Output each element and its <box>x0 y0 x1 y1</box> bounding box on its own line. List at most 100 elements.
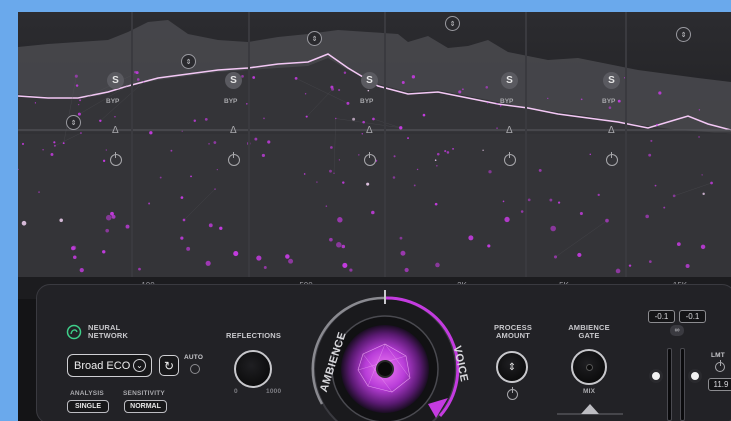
particle <box>213 141 217 144</box>
particle <box>59 218 63 223</box>
band-delta-button[interactable]: Δ <box>506 125 513 136</box>
output-fader-right[interactable] <box>688 369 702 383</box>
particle <box>349 268 353 272</box>
link-icon[interactable]: ∞ <box>670 325 684 336</box>
particle <box>435 262 440 268</box>
particle <box>579 212 583 216</box>
particle <box>333 172 335 174</box>
process-amount-label: PROCESS AMOUNT <box>491 324 535 340</box>
band-divider[interactable] <box>384 12 386 277</box>
up-down-icon: ⇕ <box>507 361 517 373</box>
band-divider[interactable] <box>248 12 250 277</box>
gate-shape-icon[interactable] <box>557 402 623 421</box>
band-power-icon[interactable] <box>606 152 618 166</box>
particle <box>71 246 76 251</box>
band-bypass-button[interactable]: BYP <box>224 98 237 105</box>
band-gain-handle[interactable]: ⇕ <box>181 54 196 69</box>
particle <box>267 140 271 144</box>
output-right-value[interactable]: -0.1 <box>679 310 706 323</box>
band-solo-button[interactable]: S <box>225 72 242 89</box>
reflections-min-label: 0 <box>234 388 238 395</box>
band-power-icon[interactable] <box>110 152 122 166</box>
particle <box>216 169 218 171</box>
particle <box>294 76 298 80</box>
particle <box>372 117 375 121</box>
band-delta-button[interactable]: Δ <box>366 125 373 136</box>
band-bypass-button[interactable]: BYP <box>360 98 373 105</box>
particle <box>700 244 706 250</box>
band-gain-handle[interactable]: ⇕ <box>445 16 460 31</box>
band-power-icon[interactable] <box>228 152 240 166</box>
band-gain-handle[interactable]: ⇕ <box>676 27 691 42</box>
particle <box>261 153 266 158</box>
particle <box>527 198 531 202</box>
band-delta-button[interactable]: Δ <box>112 125 119 136</box>
particle <box>399 236 403 240</box>
ambience-gate-knob[interactable] <box>571 349 607 385</box>
model-select-dropdown[interactable]: Broad ECO ⌄ <box>67 354 152 377</box>
band-power-icon[interactable] <box>504 152 516 166</box>
band-delta-button[interactable]: Δ <box>608 125 615 136</box>
band-divider[interactable] <box>131 12 133 277</box>
particle <box>401 81 405 85</box>
particle <box>148 202 151 205</box>
band-gain-handle[interactable]: ⇕ <box>66 115 81 130</box>
band-bypass-button[interactable]: BYP <box>602 98 615 105</box>
limiter-value[interactable]: 11.9 <box>708 378 731 391</box>
particle <box>358 154 360 156</box>
band-delta-button[interactable]: Δ <box>230 125 237 136</box>
particle <box>710 181 713 185</box>
band-bypass-button[interactable]: BYP <box>106 98 119 105</box>
process-amount-knob[interactable]: ⇕ <box>496 351 528 383</box>
limiter-label: LMT <box>711 352 725 359</box>
reflections-knob[interactable] <box>234 350 272 388</box>
particle <box>366 182 370 186</box>
particle <box>338 159 340 161</box>
particle <box>263 117 265 120</box>
output-fader-left[interactable] <box>649 369 663 383</box>
auto-toggle[interactable] <box>190 364 200 374</box>
band-divider[interactable] <box>625 12 627 277</box>
particle <box>149 131 153 135</box>
band-bypass-button[interactable]: BYP <box>500 98 513 105</box>
band-power-icon[interactable] <box>364 152 376 166</box>
particle <box>21 220 27 226</box>
band-solo-button[interactable]: S <box>361 72 378 89</box>
particle <box>436 165 438 167</box>
particle <box>233 250 239 257</box>
particle <box>325 205 328 207</box>
particle <box>42 149 44 151</box>
particle <box>135 71 139 75</box>
sensitivity-button[interactable]: NORMAL <box>124 400 167 413</box>
particle <box>685 263 690 268</box>
particle <box>547 97 549 99</box>
reset-button[interactable]: ↻ <box>159 355 179 376</box>
neural-network-icon[interactable] <box>66 324 82 340</box>
ambience-gate-label: AMBIENCE GATE <box>566 324 612 340</box>
output-left-value[interactable]: -0.1 <box>648 310 675 323</box>
particle <box>142 81 145 83</box>
analysis-button[interactable]: SINGLE <box>67 400 109 413</box>
limiter-power-icon[interactable] <box>715 360 725 372</box>
process-power-icon[interactable] <box>507 387 518 400</box>
particle <box>77 103 80 106</box>
band-solo-button[interactable]: S <box>501 72 518 89</box>
band-divider[interactable] <box>525 12 527 277</box>
particle <box>204 117 208 121</box>
particle <box>608 106 612 109</box>
particle <box>79 99 82 102</box>
particle <box>50 152 54 156</box>
band-solo-button[interactable]: S <box>603 72 620 89</box>
output-meter-left <box>667 348 672 421</box>
particle <box>393 155 396 158</box>
particle <box>702 192 705 196</box>
particle <box>341 244 346 249</box>
particle <box>159 176 162 179</box>
particle <box>648 260 652 263</box>
particle <box>367 89 370 92</box>
band-solo-button[interactable]: S <box>107 72 124 89</box>
band-gain-handle[interactable]: ⇕ <box>307 31 322 46</box>
particle <box>346 101 350 105</box>
particle <box>648 153 652 157</box>
particle <box>557 201 561 204</box>
